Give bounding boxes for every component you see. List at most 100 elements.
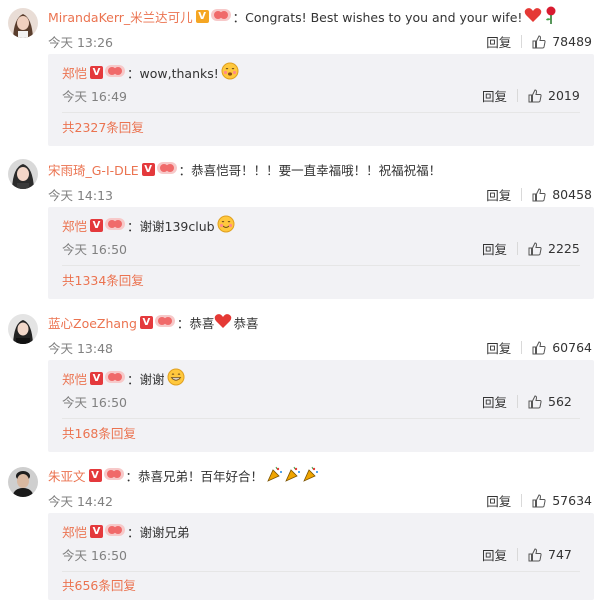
username-link[interactable]: 宋雨琦_G-I-DLE xyxy=(48,160,139,179)
thumbs-up-icon xyxy=(532,187,546,201)
blush-emoji-icon xyxy=(221,62,239,83)
reply-button[interactable]: 回复 xyxy=(486,185,511,204)
username-link[interactable]: 朱亚文 xyxy=(48,466,86,485)
like-count: 57634 xyxy=(552,493,592,508)
like-button[interactable]: 562 xyxy=(528,394,580,409)
thumbs-up-icon xyxy=(532,340,546,354)
like-button[interactable]: 747 xyxy=(528,547,580,562)
party-popper-emoji-icon xyxy=(285,466,301,485)
like-button[interactable]: 2019 xyxy=(528,88,580,103)
reply-box: 郑恺 V ：wow,thanks! 今天 16:49 回复 2019 共2327… xyxy=(48,54,594,146)
reply-box: 郑恺 V ：谢谢139club 今天 16:50 回复 2225 共1334条回… xyxy=(48,207,594,299)
like-button[interactable]: 78489 xyxy=(532,34,592,49)
fan-badge-icon xyxy=(105,523,126,540)
reply-actions: 回复 2225 xyxy=(482,239,580,258)
reply-username-link[interactable]: 郑恺 xyxy=(62,216,87,235)
action-divider xyxy=(521,494,523,507)
like-count: 2019 xyxy=(548,88,580,103)
more-replies-link[interactable]: 共656条回复 xyxy=(62,575,136,594)
reply-username-link[interactable]: 郑恺 xyxy=(62,522,87,541)
reply-text: ：谢谢 xyxy=(127,371,165,387)
heart-emoji-icon xyxy=(214,313,232,332)
action-divider xyxy=(517,395,518,408)
reply-box: 郑恺 V ：谢谢 今天 16:50 回复 562 共168条回复 xyxy=(48,360,594,452)
reply-button[interactable]: 回复 xyxy=(486,32,511,51)
fan-badge-icon xyxy=(105,370,126,387)
party-popper-emoji-icon xyxy=(303,466,319,485)
reply-text: ：谢谢兄弟 xyxy=(127,524,190,540)
comment-item: 朱亚文 V ：恭喜兄弟！百年好合！ 今天 14:42 回复 57634 郑恺 V xyxy=(0,465,600,600)
like-button[interactable]: 60764 xyxy=(532,340,592,355)
like-button[interactable]: 2225 xyxy=(528,241,580,256)
rose-emoji-icon xyxy=(544,6,558,27)
more-replies-link[interactable]: 共2327条回复 xyxy=(62,117,144,136)
like-count: 60764 xyxy=(552,340,592,355)
reply-actions: 回复 562 xyxy=(482,392,580,411)
thumbs-up-icon xyxy=(532,493,546,507)
reply-divider xyxy=(62,112,580,113)
reply-username-link[interactable]: 郑恺 xyxy=(62,63,87,82)
thumbs-up-icon xyxy=(532,34,546,48)
avatar[interactable] xyxy=(8,159,38,189)
username-link[interactable]: MirandaKerr_米兰达可儿 xyxy=(48,7,193,26)
reply-button[interactable]: 回复 xyxy=(482,239,507,258)
like-count: 562 xyxy=(548,394,572,409)
avatar[interactable] xyxy=(8,314,38,344)
verified-badge-icon: V xyxy=(90,524,104,538)
reply-button[interactable]: 回复 xyxy=(482,86,507,105)
comment-item: MirandaKerr_米兰达可儿 V ：Congrats! Best wish… xyxy=(0,6,600,146)
heart-emoji-icon xyxy=(524,7,542,26)
reply-header: 郑恺 V ：wow,thanks! xyxy=(62,62,239,82)
thumbs-up-icon xyxy=(528,547,542,561)
thumbs-up-icon xyxy=(528,88,542,102)
comment-text: ：Congrats! Best wishes to you and your w… xyxy=(232,9,523,25)
reply-header: 郑恺 V ：谢谢 xyxy=(62,368,185,388)
action-divider xyxy=(521,188,523,201)
reply-button[interactable]: 回复 xyxy=(482,545,507,564)
reply-divider xyxy=(62,571,580,572)
reply-button[interactable]: 回复 xyxy=(482,392,507,411)
comment-time: 今天 14:13 xyxy=(48,188,113,203)
comment-actions: 回复 80458 xyxy=(486,185,592,204)
comment-text: ：恭喜恺哥！！！要一直幸福哦！！祝福祝福！ xyxy=(178,162,442,178)
fan-badge-icon xyxy=(210,8,231,25)
reply-actions: 回复 747 xyxy=(482,545,580,564)
reply-button[interactable]: 回复 xyxy=(486,338,511,357)
like-count: 78489 xyxy=(552,34,592,49)
avatar[interactable] xyxy=(8,467,38,497)
comment-header: 蓝心ZoeZhang V ：恭喜 恭喜 xyxy=(48,312,258,332)
reply-header: 郑恺 V ：谢谢139club xyxy=(62,215,235,235)
like-count: 80458 xyxy=(552,187,592,202)
reply-button[interactable]: 回复 xyxy=(486,491,511,510)
more-replies-link[interactable]: 共1334条回复 xyxy=(62,270,144,289)
like-button[interactable]: 57634 xyxy=(532,493,592,508)
reply-text: ：谢谢139club xyxy=(127,218,215,234)
fan-badge-icon xyxy=(105,217,126,234)
action-divider xyxy=(521,341,523,354)
comment-text: ：恭喜兄弟！百年好合！ xyxy=(125,468,264,484)
reply-time: 今天 16:50 xyxy=(62,395,127,410)
reply-header: 郑恺 V ：谢谢兄弟 xyxy=(62,521,190,541)
more-replies-link[interactable]: 共168条回复 xyxy=(62,423,136,442)
action-divider xyxy=(517,548,518,561)
comment-item: 蓝心ZoeZhang V ：恭喜 恭喜 今天 13:48 回复 60764 郑恺… xyxy=(0,312,600,452)
verified-badge-icon: V xyxy=(90,218,104,232)
reply-time: 今天 16:49 xyxy=(62,89,127,104)
fan-badge-icon xyxy=(154,314,175,331)
comment-header: 宋雨琦_G-I-DLE V ：恭喜恺哥！！！要一直幸福哦！！祝福祝福！ xyxy=(48,159,441,179)
like-count: 747 xyxy=(548,547,572,562)
reply-text: ：wow,thanks! xyxy=(127,65,219,81)
verified-badge-icon: V xyxy=(90,371,104,385)
reply-username-link[interactable]: 郑恺 xyxy=(62,369,87,388)
party-popper-emoji-icon xyxy=(267,466,283,485)
avatar[interactable] xyxy=(8,8,38,38)
action-divider xyxy=(521,35,523,48)
comment-time: 今天 13:48 xyxy=(48,341,113,356)
like-count: 2225 xyxy=(548,241,580,256)
reply-divider xyxy=(62,418,580,419)
action-divider xyxy=(517,242,518,255)
like-button[interactable]: 80458 xyxy=(532,187,592,202)
verified-badge-icon: V xyxy=(88,468,102,482)
blush-emoji-icon xyxy=(217,215,235,236)
username-link[interactable]: 蓝心ZoeZhang xyxy=(48,313,137,332)
